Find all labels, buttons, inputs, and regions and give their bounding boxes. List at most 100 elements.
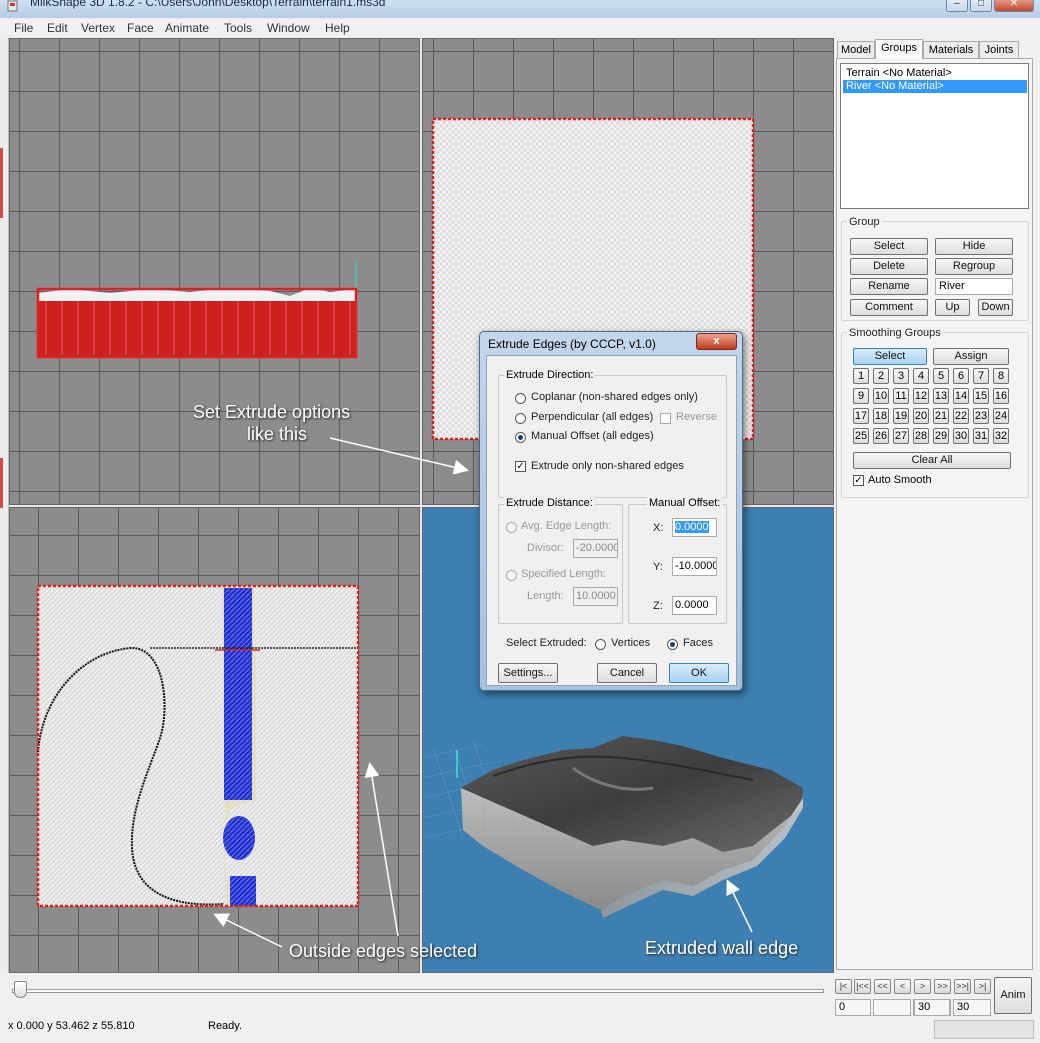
menu-vertex[interactable]: Vertex <box>81 21 115 35</box>
offset-y-input[interactable]: -10.0000 <box>672 557 717 576</box>
group-comment-button[interactable]: Comment <box>850 299 928 316</box>
smoothing-group-29-button[interactable]: 29 <box>933 428 949 444</box>
smoothing-group-24-button[interactable]: 24 <box>993 408 1009 424</box>
forward-button[interactable]: >> <box>934 979 951 994</box>
group-name-field[interactable]: River <box>935 278 1013 295</box>
last-frame-button[interactable]: >| <box>974 979 991 994</box>
smoothing-group-14-button[interactable]: 14 <box>953 388 969 404</box>
rewind-button[interactable]: << <box>874 979 891 994</box>
group-regroup-button[interactable]: Regroup <box>935 258 1013 275</box>
auto-smooth-checkbox[interactable]: ✓ <box>853 475 864 486</box>
smoothing-group-25-button[interactable]: 25 <box>853 428 869 444</box>
smoothing-select-button[interactable]: Select <box>853 348 927 365</box>
smoothing-group-31-button[interactable]: 31 <box>973 428 989 444</box>
offset-z-input[interactable]: 0.0000 <box>672 596 717 615</box>
end-frame-field[interactable]: 30 <box>953 999 991 1016</box>
smoothing-group-13-button[interactable]: 13 <box>933 388 949 404</box>
group-item-river[interactable]: River <No Material> <box>843 80 1027 93</box>
smoothing-group-23-button[interactable]: 23 <box>973 408 989 424</box>
smoothing-group-3-button[interactable]: 3 <box>893 368 909 384</box>
smoothing-group-16-button[interactable]: 16 <box>993 388 1009 404</box>
tab-model[interactable]: Model <box>837 41 875 58</box>
smoothing-group-2-button[interactable]: 2 <box>873 368 889 384</box>
coplanar-radio[interactable] <box>515 393 526 404</box>
clear-all-button[interactable]: Clear All <box>853 452 1011 469</box>
menu-file[interactable]: File <box>14 21 33 35</box>
smoothing-group-12-button[interactable]: 12 <box>913 388 929 404</box>
title-bar: MilkShape 3D 1.8.2 - C:\Users\John\Deskt… <box>0 0 1040 18</box>
divisor-input[interactable]: -20.0000 <box>573 539 618 558</box>
smoothing-group-19-button[interactable]: 19 <box>893 408 909 424</box>
smoothing-group-10-button[interactable]: 10 <box>873 388 889 404</box>
smoothing-group-11-button[interactable]: 11 <box>893 388 909 404</box>
rewind-fast-button[interactable]: |<< <box>854 979 871 994</box>
length-input[interactable]: 10.0000 <box>573 587 618 606</box>
settings-button[interactable]: Settings... <box>498 663 558 683</box>
menu-face[interactable]: Face <box>127 21 154 35</box>
smoothing-group-27-button[interactable]: 27 <box>893 428 909 444</box>
timeline-slider-thumb[interactable] <box>14 981 27 998</box>
minimize-button[interactable]: – <box>946 0 968 12</box>
smoothing-group-32-button[interactable]: 32 <box>993 428 1009 444</box>
smoothing-group-5-button[interactable]: 5 <box>933 368 949 384</box>
nonshared-edges-checkbox[interactable]: ✓ <box>515 461 526 472</box>
menu-help[interactable]: Help <box>325 21 350 35</box>
smoothing-group-6-button[interactable]: 6 <box>953 368 969 384</box>
close-window-button[interactable]: ✕ <box>994 0 1034 12</box>
smoothing-group-1-button[interactable]: 1 <box>853 368 869 384</box>
select-extruded-label: Select Extruded: <box>506 637 587 649</box>
group-delete-button[interactable]: Delete <box>850 258 928 275</box>
smoothing-group-17-button[interactable]: 17 <box>853 408 869 424</box>
maximize-button[interactable]: □ <box>970 0 992 12</box>
viewport-front[interactable] <box>9 38 420 505</box>
reverse-checkbox[interactable] <box>660 413 671 424</box>
smoothing-group-22-button[interactable]: 22 <box>953 408 969 424</box>
group-item-terrain[interactable]: Terrain <No Material> <box>843 67 1027 80</box>
group-hide-button[interactable]: Hide <box>935 238 1013 255</box>
offset-x-input[interactable]: 0.0000 <box>672 518 717 537</box>
smoothing-group-18-button[interactable]: 18 <box>873 408 889 424</box>
smoothing-group-20-button[interactable]: 20 <box>913 408 929 424</box>
smoothing-group-8-button[interactable]: 8 <box>993 368 1009 384</box>
smoothing-group-26-button[interactable]: 26 <box>873 428 889 444</box>
faces-label: Faces <box>683 637 713 649</box>
smoothing-group-15-button[interactable]: 15 <box>973 388 989 404</box>
faces-radio[interactable] <box>667 639 678 650</box>
dialog-close-button[interactable]: x <box>696 333 737 350</box>
vertices-radio[interactable] <box>595 639 606 650</box>
cancel-button[interactable]: Cancel <box>597 663 657 683</box>
tab-groups[interactable]: Groups <box>875 39 923 59</box>
anim-toggle-button[interactable]: Anim <box>994 977 1032 1014</box>
group-select-button[interactable]: Select <box>850 238 928 255</box>
smoothing-group-21-button[interactable]: 21 <box>933 408 949 424</box>
group-down-button[interactable]: Down <box>978 299 1013 316</box>
forward-fast-button[interactable]: >>| <box>954 979 971 994</box>
smoothing-group-30-button[interactable]: 30 <box>953 428 969 444</box>
smoothing-group-4-button[interactable]: 4 <box>913 368 929 384</box>
smoothing-group-28-button[interactable]: 28 <box>913 428 929 444</box>
menu-tools[interactable]: Tools <box>224 21 252 35</box>
perpendicular-radio[interactable] <box>515 413 526 424</box>
viewport-side[interactable] <box>9 507 420 973</box>
group-rename-button[interactable]: Rename <box>850 278 928 295</box>
smoothing-assign-button[interactable]: Assign <box>933 348 1009 365</box>
smoothing-group-9-button[interactable]: 9 <box>853 388 869 404</box>
previous-frame-button[interactable]: < <box>894 979 911 994</box>
groups-list[interactable]: Terrain <No Material> River <No Material… <box>840 63 1029 209</box>
manual-offset-radio[interactable] <box>515 432 526 443</box>
menu-window[interactable]: Window <box>267 21 310 35</box>
tab-joints[interactable]: Joints <box>979 41 1019 58</box>
menu-edit[interactable]: Edit <box>47 21 68 35</box>
ok-button[interactable]: OK <box>669 663 729 683</box>
current-frame-field[interactable]: 0 <box>835 999 871 1016</box>
avg-edge-length-radio[interactable] <box>506 522 517 533</box>
next-frame-button[interactable]: > <box>914 979 931 994</box>
timeline-track[interactable] <box>12 989 824 993</box>
first-frame-button[interactable]: |< <box>835 979 852 994</box>
menu-animate[interactable]: Animate <box>165 21 209 35</box>
tab-materials[interactable]: Materials <box>923 41 979 58</box>
smoothing-group-7-button[interactable]: 7 <box>973 368 989 384</box>
start-frame-field[interactable]: 30 <box>914 999 950 1016</box>
group-up-button[interactable]: Up <box>935 299 970 316</box>
specified-length-radio[interactable] <box>506 570 517 581</box>
